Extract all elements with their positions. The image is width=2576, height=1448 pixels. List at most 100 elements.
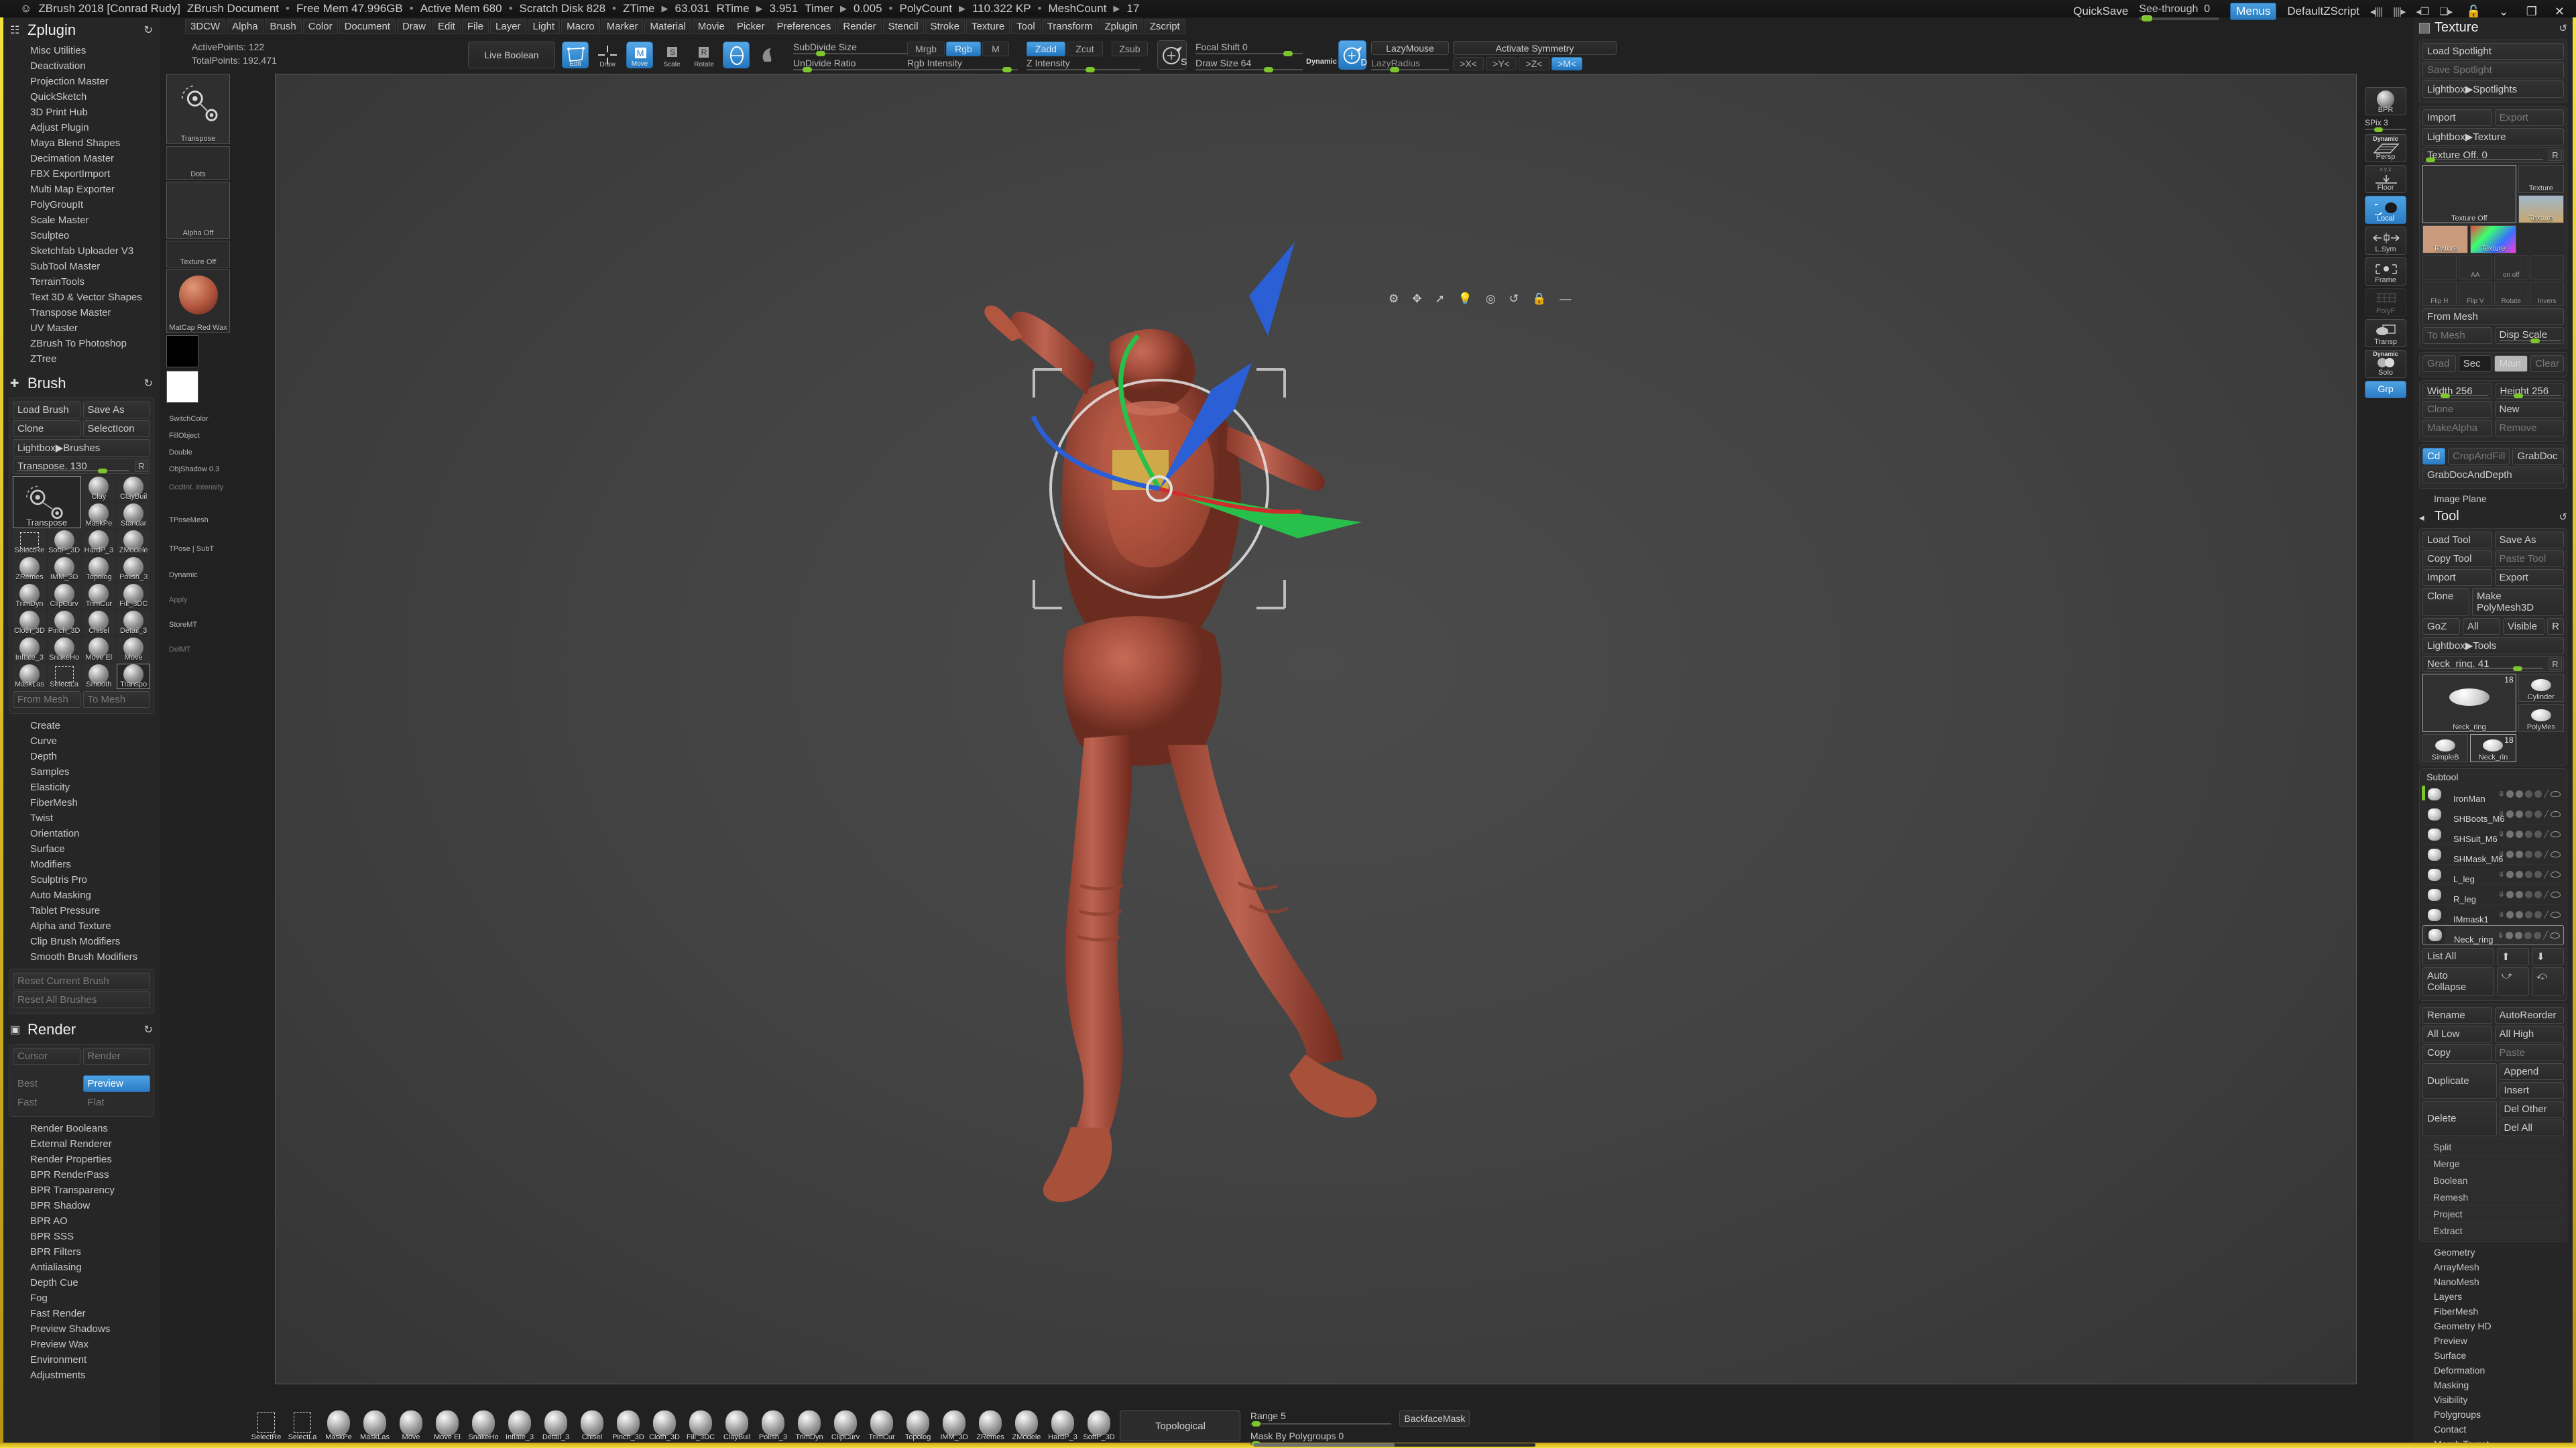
flip-h-icon[interactable]: Flip H [2422,282,2457,306]
brush-section-depth[interactable]: Depth [3,749,160,764]
gizmo-lock-icon[interactable]: 🔒 [1532,292,1546,306]
menu-item-file[interactable]: File [461,18,489,34]
texture-swatch-0[interactable]: Texture Off [2422,165,2516,223]
gradient-icon[interactable] [2530,255,2564,280]
goz-button[interactable]: GoZ [2422,618,2460,635]
render-item-preview-shadows[interactable]: Preview Shadows [3,1321,160,1337]
brush-swatch-masklas[interactable]: MaskLas [13,664,46,689]
menu-item-stencil[interactable]: Stencil [882,18,924,34]
brush-section-modifiers[interactable]: Modifiers [3,857,160,872]
subtool-down-button[interactable]: ⬇ [2532,948,2564,965]
m-toggle[interactable]: M [982,42,1009,56]
bottom-brush-cloth-3d[interactable]: Cloth_3D [646,1410,683,1441]
tool-section-masking[interactable]: Masking [2414,1378,2573,1392]
brush-swatch-snakeho[interactable]: SnakeHo [47,637,81,662]
brush-swatch-clipcurv[interactable]: ClipCurv [47,583,81,609]
texture-offset-knob[interactable] [2426,158,2436,162]
zplugin-item-adjust-plugin[interactable]: Adjust Plugin [3,120,160,135]
bottom-brush-zmodele[interactable]: ZModele [1008,1410,1045,1441]
render-item-environment[interactable]: Environment [3,1352,160,1368]
tool-slider-knob[interactable] [2512,666,2522,671]
subtool-brush-icon[interactable]: ╱ [2544,910,2549,919]
subtool-row-shmask-m6[interactable]: ⤋ ╱ SHMask_M6 [2422,845,2564,865]
load-spotlight-button[interactable]: Load Spotlight [2422,43,2564,60]
image-plane-item[interactable]: Image Plane [2414,491,2573,506]
del-other-button[interactable]: Del Other [2499,1101,2564,1118]
subtool-row-ironman[interactable]: ⤋ ╱ IronMan [2422,784,2564,804]
subtool-polypaint2-icon[interactable] [2516,810,2524,818]
menu-item-zscript[interactable]: Zscript [1144,18,1185,34]
zplugin-item-ztree[interactable]: ZTree [3,351,160,367]
texture-thumb[interactable]: Texture Off [166,241,230,267]
brush-swatch-pinch-3d[interactable]: Pinch_3D [47,610,81,636]
grabdoc-button[interactable]: GrabDoc [2512,448,2564,465]
window-prev-icon[interactable]: ◂❐ [2416,5,2429,17]
subtool-half-icon[interactable] [2524,931,2532,939]
brush-transpose-slider[interactable]: Transpose. 130 R [13,459,150,474]
delete-button[interactable]: Delete [2422,1101,2497,1136]
render-item-depth-cue[interactable]: Depth Cue [3,1275,160,1290]
lazymouse-button[interactable]: LazyMouse [1371,41,1449,55]
zplugin-item-maya-blend-shapes[interactable]: Maya Blend Shapes [3,135,160,151]
subtool-half-icon[interactable] [2525,911,2533,918]
tool-section-morph-target[interactable]: Morph Target [2414,1437,2573,1443]
brush-swatch-topolog[interactable]: Topolog [82,556,116,582]
menu-item-tool[interactable]: Tool [1011,18,1041,34]
del-mt-row[interactable]: DelMT [166,631,230,654]
material-thumb[interactable]: MatCap Red Wax [166,269,230,333]
subtool-polypaint-icon[interactable] [2506,891,2514,898]
rotate-icon[interactable]: Rotate [2494,282,2528,306]
disp-scale-slider[interactable]: Disp Scale [2494,327,2564,344]
subtool-paste-button[interactable]: Paste [2494,1044,2564,1061]
tool-section-fibermesh[interactable]: FiberMesh [2414,1304,2573,1319]
brush-swatch-chisel[interactable]: Chisel [82,610,116,636]
texture-swatch-1[interactable]: Texture [2518,165,2564,193]
list-all-button[interactable]: List All [2422,948,2494,965]
subtool-eye-icon[interactable] [2551,791,2561,797]
brush-swatch-cloth-3d[interactable]: Cloth_3D [13,610,46,636]
texture-offset-reset[interactable]: R [2549,149,2562,161]
subtool-indent-right-button[interactable]: ⤻ [2497,967,2529,996]
menu-item-edit[interactable]: Edit [432,18,461,34]
spix-slider[interactable]: SPix 3 [2365,118,2406,132]
subtool-arrow-icon[interactable]: ⤋ [2498,931,2504,940]
subtool-row-immask1[interactable]: ⤋ ╱ IMmask1 [2422,905,2564,925]
perspective-button[interactable]: Dynamic Persp [2365,134,2406,162]
lightbox-texture-button[interactable]: Lightbox▶Texture [2422,128,2564,145]
dynamic-row[interactable]: Dynamic [166,556,230,580]
z-intensity-slider[interactable]: Z Intensity [1027,58,1140,72]
texture-swatch-2[interactable]: Texture [2518,195,2564,223]
subtool-brush-icon[interactable]: ╱ [2544,870,2549,879]
zplugin-item-quicksketch[interactable]: QuickSketch [3,89,160,105]
menu-item-texture[interactable]: Texture [965,18,1010,34]
tool-export-button[interactable]: Export [2494,569,2564,586]
zplugin-item-scale-master[interactable]: Scale Master [3,213,160,228]
refresh-icon[interactable]: ↺ [2559,511,2567,523]
clear-button[interactable]: Clear [2530,355,2565,372]
subtool-row-neck-ring[interactable]: ⤋ ╱ Neck_ring [2422,925,2564,945]
tool-swatch-cylinder[interactable]: Cylinder [2518,674,2564,702]
bottom-brush-fill-3dc[interactable]: Fill_3DC [683,1410,719,1441]
paste-tool-button[interactable]: Paste Tool [2494,550,2564,567]
subtool-half-icon[interactable] [2525,810,2533,818]
tool-section-surface[interactable]: Surface [2414,1348,2573,1363]
render-button[interactable]: Render [82,1048,150,1065]
subtool-eye-icon[interactable] [2551,851,2561,857]
aa-icon[interactable]: AA [2458,255,2492,280]
floor-button[interactable]: x y z Floor [2365,165,2406,193]
subtool-half-icon[interactable] [2525,891,2533,898]
sec-button[interactable]: Sec [2458,355,2492,372]
bottom-brush-move[interactable]: Move [393,1410,429,1441]
render-item-bpr-filters[interactable]: BPR Filters [3,1244,160,1260]
subtool-eye-icon[interactable] [2551,892,2561,898]
remove-button[interactable]: Remove [2494,420,2564,436]
obj-shadow-row[interactable]: ObjShadow 0.3 [166,459,230,474]
load-tool-button[interactable]: Load Tool [2422,532,2492,548]
brush-section-twist[interactable]: Twist [3,810,160,826]
sculpt-brush-s-icon[interactable]: S [1157,40,1187,70]
texture-clone-button[interactable]: Clone [2422,401,2492,418]
brush-swatch-move-el[interactable]: Move El [82,637,116,662]
bottom-brush-snakeho[interactable]: SnakeHo [465,1410,502,1441]
render-item-bpr-renderpass[interactable]: BPR RenderPass [3,1167,160,1183]
menu-item-render[interactable]: Render [837,18,882,34]
